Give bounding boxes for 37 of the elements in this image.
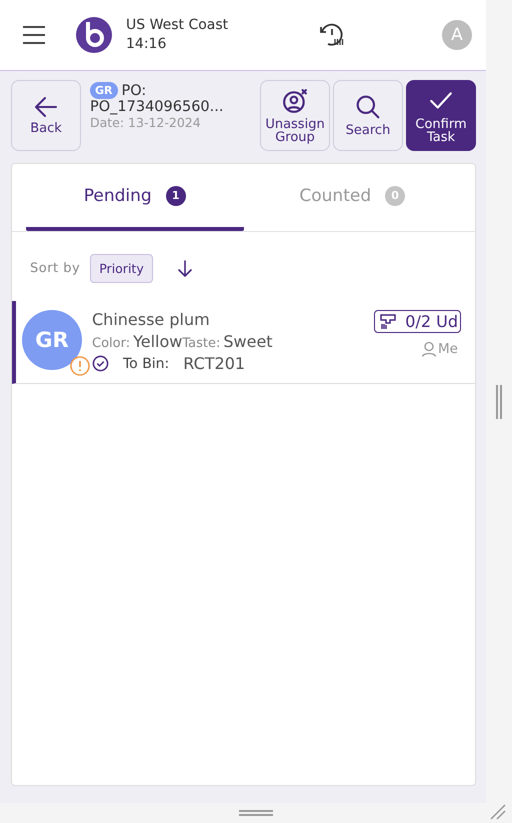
count-badge: 0 xyxy=(385,186,406,206)
date-text: Date: 13-12-2024 xyxy=(90,115,202,130)
quantity-badge: 0/2 Ud xyxy=(374,310,461,333)
tab[interactable]: Pending 1 xyxy=(26,164,244,231)
confirm-button[interactable]: Confirm Task xyxy=(406,80,476,151)
attribute-value: Sweet xyxy=(223,332,273,351)
order-type-badge: GR xyxy=(90,82,118,99)
assignee: Me xyxy=(421,341,458,357)
user-remove-icon xyxy=(282,88,308,114)
po-label: PO: xyxy=(122,82,146,98)
bin-code: RCT201 xyxy=(183,354,246,373)
sort-label: Sort by xyxy=(30,261,80,276)
sort-direction-icon[interactable] xyxy=(176,260,193,278)
attribute-label: Color: xyxy=(92,336,130,351)
user-icon xyxy=(421,341,438,357)
count-badge: 1 xyxy=(166,186,186,206)
bin-label: To Bin: xyxy=(123,356,170,372)
drag-handle-icon[interactable] xyxy=(239,809,273,817)
attribute-label: Taste: xyxy=(182,336,220,351)
time-text: 14:16 xyxy=(126,35,168,54)
search-button[interactable]: Search xyxy=(333,80,403,151)
back-button[interactable]: Back xyxy=(11,80,81,151)
scanner-icon xyxy=(379,312,398,330)
search-icon xyxy=(355,94,381,120)
check-circle-icon xyxy=(92,355,109,372)
unassign-button[interactable]: Unassign Group xyxy=(260,80,330,151)
task-row[interactable]: GR Chinesse plum Color: YellowTaste: Sweet To Bin: RCT201 0/2 Ud Me xyxy=(12,301,475,384)
location-text: US West Coast xyxy=(126,16,230,35)
item-name: Chinesse plum xyxy=(92,310,211,329)
sort-button[interactable]: Priority xyxy=(90,254,153,283)
po-number: PO_1734096560... xyxy=(90,99,224,115)
menu-icon[interactable] xyxy=(22,25,46,45)
attribute-value: Yellow xyxy=(133,332,182,351)
logo-icon xyxy=(76,17,112,53)
resize-grip-icon[interactable] xyxy=(490,804,506,820)
back-arrow-icon xyxy=(34,96,58,118)
drag-handle-icon[interactable] xyxy=(495,384,503,418)
